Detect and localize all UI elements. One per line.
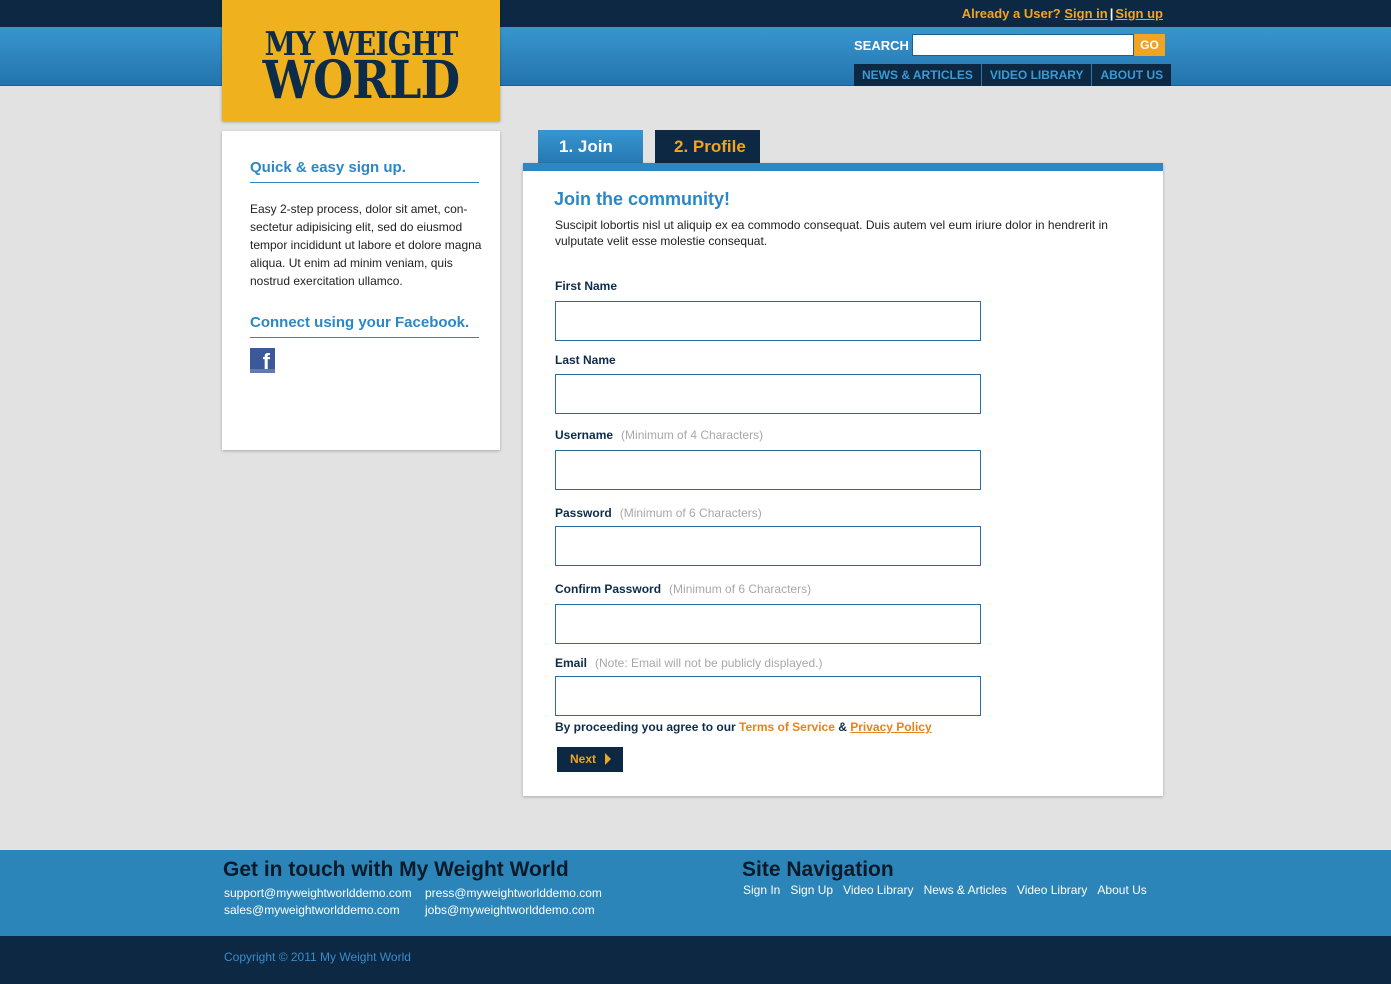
email-label: Email (Note: Email will not be publicly d… [555,656,822,670]
first-name-label-text: First Name [555,279,618,293]
footer-link-sign-up[interactable]: Sign Up [790,883,833,897]
sign-in-link[interactable]: Sign in [1064,6,1107,21]
press-email-link[interactable]: press@myweightworlddemo.com [425,886,602,900]
bottom-bar: Copyright © 2011 My Weight World [0,936,1391,984]
last-name-label: Last Name [555,353,616,367]
terms-of-service-link[interactable]: Terms of Service [739,720,835,734]
last-name-field[interactable] [555,374,981,414]
sidebar-text: Easy 2-step process, dolor sit amet, con… [250,202,482,288]
nav-news-articles[interactable]: NEWS & ARTICLES [854,64,982,86]
search-label: SEARCH [854,38,909,53]
search-go-button[interactable]: GO [1134,34,1165,56]
sidebar: Quick & easy sign up. Easy 2-step proces… [222,131,500,450]
username-label-text: Username [555,428,614,442]
agreement-prefix: By proceeding you agree to our [555,720,736,734]
header-band [0,27,1391,86]
password-label: Password (Minimum of 6 Characters) [555,506,762,520]
username-hint: (Minimum of 4 Characters) [621,428,764,442]
form-title: Join the community! [554,189,731,209]
password-label-text: Password [555,506,612,520]
form-intro: Suscipit lobortis nisl ut aliquip ex ea … [555,218,1108,248]
username-field[interactable] [555,450,981,490]
join-form-panel: Join the community! Suscipit lobortis ni… [523,163,1163,796]
main-nav: NEWS & ARTICLES VIDEO LIBRARY ABOUT US [854,64,1172,86]
footer-link-about-us[interactable]: About Us [1097,883,1146,897]
sidebar-heading-signup: Quick & easy sign up. [250,159,479,183]
next-button[interactable]: Next [557,747,623,772]
contact-heading: Get in touch with My Weight World [223,858,569,881]
search-input[interactable] [912,34,1134,56]
footer-link-video-library[interactable]: Video Library [843,883,914,897]
footer-link-sign-in[interactable]: Sign In [743,883,780,897]
last-name-label-text: Last Name [555,353,616,367]
nav-about-us[interactable]: ABOUT US [1092,64,1172,86]
sales-email-link[interactable]: sales@myweightworlddemo.com [224,903,400,917]
tab-profile[interactable]: 2. Profile [655,130,760,163]
tab-join[interactable]: 1. Join [538,130,643,163]
confirm-password-label: Confirm Password (Minimum of 6 Characters… [555,582,811,596]
site-logo[interactable]: MY WEIGHT WORLD [222,0,500,121]
jobs-email-link[interactable]: jobs@myweightworlddemo.com [425,903,595,917]
logo-line2: WORLD [262,50,461,111]
nav-video-library[interactable]: VIDEO LIBRARY [981,64,1093,86]
footer-site-nav: Sign In Sign Up Video Library News & Art… [743,883,1147,897]
email-hint: (Note: Email will not be publicly displa… [595,656,823,670]
sign-up-link[interactable]: Sign up [1115,6,1163,21]
facebook-icon[interactable]: f [250,348,275,373]
top-bar [0,0,1391,27]
next-button-label: Next [570,752,597,766]
already-user-text: Already a User? [961,6,1061,21]
username-label: Username (Minimum of 4 Characters) [555,428,763,442]
site-nav-heading: Site Navigation [742,858,894,881]
agreement-text: By proceeding you agree to our Terms of … [555,720,932,734]
first-name-label: First Name [555,279,617,293]
next-arrow-icon [605,753,611,765]
confirm-password-label-text: Confirm Password [555,582,662,596]
footer-link-video-library-2[interactable]: Video Library [1017,883,1088,897]
password-hint: (Minimum of 6 Characters) [619,506,762,520]
footer-link-news-articles[interactable]: News & Articles [924,883,1007,897]
copyright-text: Copyright © 2011 My Weight World [224,950,411,964]
account-links: Already a User? Sign in | Sign up [962,6,1163,21]
privacy-policy-link[interactable]: Privacy Policy [850,720,931,734]
support-email-link[interactable]: support@myweightworlddemo.com [224,886,412,900]
agreement-ampersand: & [838,720,847,734]
email-label-text: Email [555,656,588,670]
first-name-field[interactable] [555,301,981,341]
separator: | [1109,6,1114,21]
email-field[interactable] [555,676,981,716]
sidebar-heading-facebook: Connect using your Facebook. [250,314,479,338]
confirm-password-field[interactable] [555,604,981,644]
password-field[interactable] [555,526,981,566]
confirm-password-hint: (Minimum of 6 Characters) [669,582,812,596]
footer: Get in touch with My Weight World suppor… [0,850,1391,936]
